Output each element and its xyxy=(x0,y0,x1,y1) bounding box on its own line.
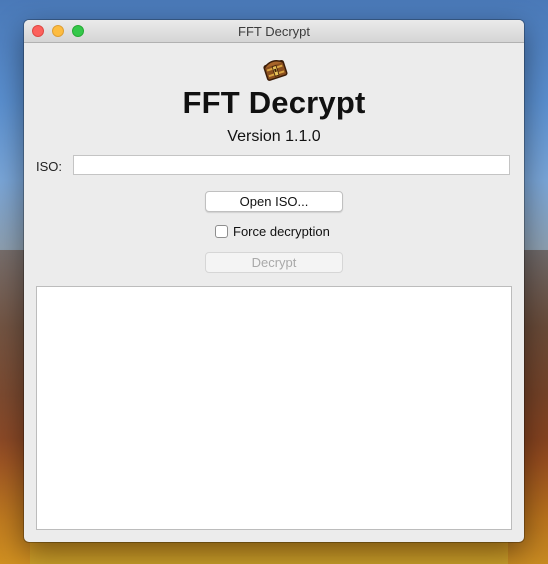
force-decryption-label: Force decryption xyxy=(233,224,330,239)
log-output-area[interactable] xyxy=(36,286,512,530)
app-window: FFT Decrypt FFT Decrypt Version 1.1.0 IS… xyxy=(24,20,524,542)
open-iso-button[interactable]: Open ISO... xyxy=(205,191,343,212)
force-decryption-row[interactable]: Force decryption xyxy=(215,224,330,239)
title-bar[interactable]: FFT Decrypt xyxy=(24,20,524,43)
treasure-chest-icon xyxy=(263,59,288,81)
app-title: FFT Decrypt xyxy=(182,85,366,120)
window-title: FFT Decrypt xyxy=(238,24,310,39)
iso-path-input[interactable] xyxy=(73,155,510,175)
version-label: Version 1.1.0 xyxy=(227,128,321,145)
force-decryption-checkbox[interactable] xyxy=(215,225,228,238)
decrypt-button: Decrypt xyxy=(205,252,343,273)
iso-label: ISO: xyxy=(36,159,63,174)
